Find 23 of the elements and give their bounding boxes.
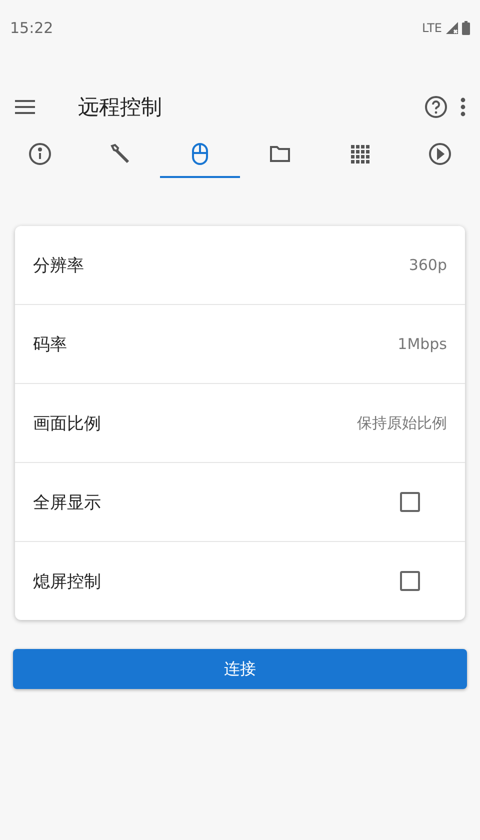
play-icon bbox=[428, 142, 452, 166]
setting-label: 分辨率 bbox=[33, 254, 84, 276]
checkbox[interactable] bbox=[400, 492, 420, 512]
setting-label: 全屏显示 bbox=[33, 492, 101, 514]
status-time: 15:22 bbox=[10, 18, 54, 36]
signal-icon bbox=[445, 20, 459, 34]
checkbox[interactable] bbox=[400, 571, 420, 591]
setting-value[interactable]: 360p bbox=[408, 256, 447, 274]
connect-button[interactable]: 连接 bbox=[13, 649, 467, 689]
network-label: LTE bbox=[422, 20, 442, 34]
setting-label: 画面比例 bbox=[33, 412, 101, 434]
menu-icon bbox=[14, 99, 36, 115]
setting-value[interactable]: 1Mbps bbox=[398, 335, 447, 353]
setting-value[interactable]: 保持原始比例 bbox=[357, 414, 447, 432]
help-icon bbox=[424, 95, 448, 119]
setting-label: 码率 bbox=[33, 334, 67, 356]
wrench-icon bbox=[108, 142, 132, 166]
setting-label: 熄屏控制 bbox=[33, 570, 101, 592]
grid-icon bbox=[348, 142, 372, 166]
battery-icon bbox=[462, 20, 470, 34]
more-icon bbox=[460, 97, 466, 117]
app-title: 远程控制 bbox=[78, 94, 162, 121]
info-icon bbox=[28, 142, 52, 166]
